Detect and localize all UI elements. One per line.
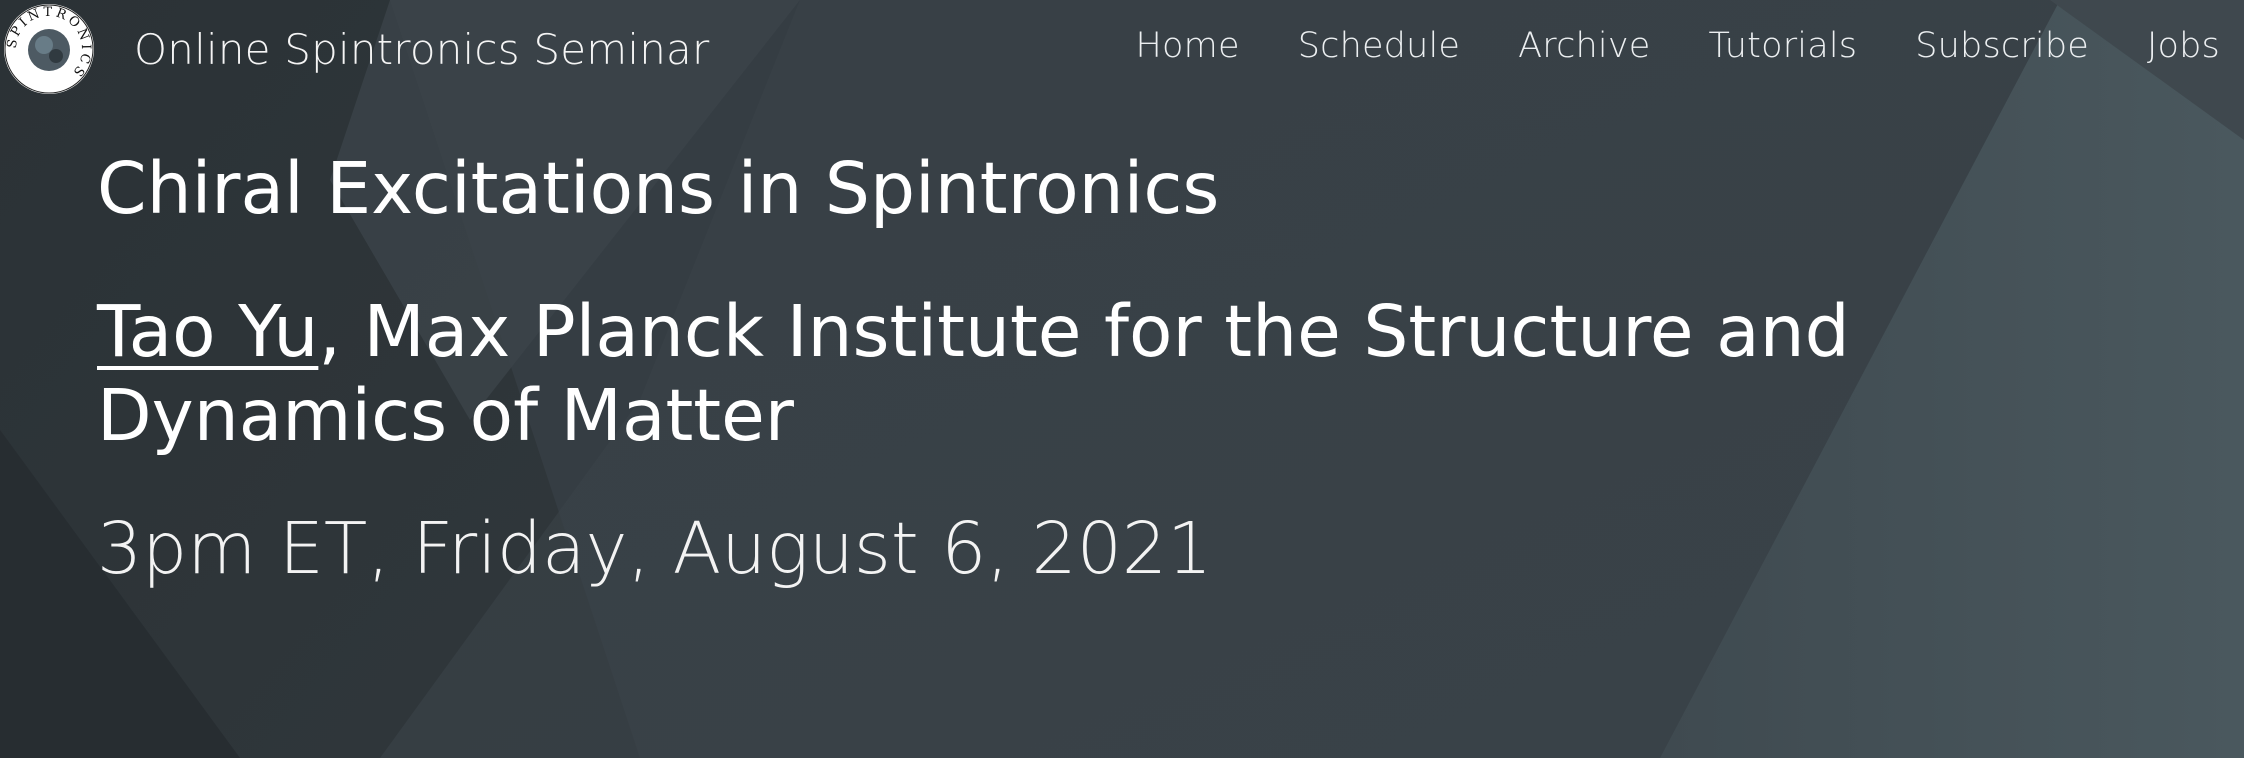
site-brand-link[interactable]: SPINTRONICS Online Spintronics Seminar	[4, 4, 709, 94]
nav-home[interactable]: Home	[1136, 26, 1240, 66]
nav-archive[interactable]: Archive	[1518, 26, 1650, 66]
talk-datetime: 3pm ET, Friday, August 6, 2021	[97, 507, 1213, 590]
site-logo: SPINTRONICS	[4, 4, 94, 94]
nav-jobs[interactable]: Jobs	[2147, 26, 2220, 66]
speaker-name-link[interactable]: Tao Yu	[97, 290, 318, 373]
main-nav: Home Schedule Archive Tutorials Subscrib…	[1136, 26, 2220, 66]
site-title: Online Spintronics Seminar	[134, 24, 710, 74]
hero-banner: SPINTRONICS Online Spintronics Seminar H…	[0, 0, 2244, 758]
globe-logo-icon: SPINTRONICS	[4, 4, 94, 94]
speaker-line: Tao Yu, Max Planck Institute for the Str…	[97, 290, 2207, 458]
talk-title: Chiral Excitations in Spintronics	[97, 147, 1220, 230]
speaker-affiliation: , Max Planck Institute for the Structure…	[97, 290, 1850, 457]
nav-tutorials[interactable]: Tutorials	[1709, 26, 1858, 66]
nav-schedule[interactable]: Schedule	[1298, 26, 1460, 66]
nav-subscribe[interactable]: Subscribe	[1915, 26, 2089, 66]
